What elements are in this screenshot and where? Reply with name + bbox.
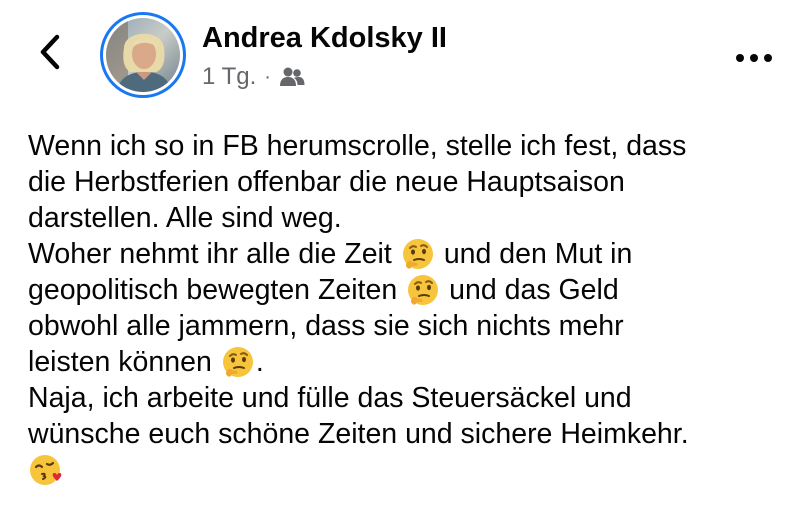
post-meta: 1 Tg. ·	[202, 63, 305, 91]
post-text: Naja, ich arbeite und fülle das Steuersä…	[28, 382, 632, 414]
thinking-face-emoji	[222, 347, 253, 377]
face-blowing-kiss-emoji	[30, 455, 62, 485]
post-body: Wenn ich so in FB herumscrolle, stelle i…	[28, 128, 788, 488]
post-line: leisten können .	[28, 344, 788, 380]
post-text: und den Mut in	[443, 238, 633, 270]
profile-photo	[106, 18, 180, 92]
post-text: Woher nehmt ihr alle die Zeit	[28, 238, 392, 270]
post-text: darstellen. Alle sind weg.	[28, 202, 342, 234]
post-line	[28, 452, 788, 488]
chevron-left-icon	[40, 34, 60, 70]
post-text: und das Geld	[449, 274, 619, 306]
post-text: obwohl alle jammern, dass sie sich nicht…	[28, 310, 624, 342]
post-text: geopolitisch bewegten Zeiten	[28, 274, 398, 306]
post-line: Wenn ich so in FB herumscrolle, stelle i…	[28, 128, 788, 164]
post-text: Wenn ich so in FB herumscrolle, stelle i…	[28, 130, 687, 162]
post-text: die Herbstferien offenbar die neue Haupt…	[28, 166, 625, 198]
post-line: geopolitisch bewegten Zeiten und das Gel…	[28, 272, 788, 308]
thinking-face-emoji	[408, 275, 439, 305]
thinking-face-emoji	[402, 239, 433, 269]
author-name[interactable]: Andrea Kdolsky II	[202, 22, 447, 55]
back-button[interactable]	[30, 32, 70, 72]
post-line: die Herbstferien offenbar die neue Haupt…	[28, 164, 788, 200]
avatar[interactable]	[100, 12, 186, 98]
post-line: Woher nehmt ihr alle die Zeit und den Mu…	[28, 236, 788, 272]
post-line: obwohl alle jammern, dass sie sich nicht…	[28, 308, 788, 344]
more-horizontal-icon	[736, 54, 772, 62]
post-text: wünsche euch schöne Zeiten und sichere H…	[28, 418, 689, 450]
post-text: leisten können	[28, 346, 212, 378]
post-header: Andrea Kdolsky II 1 Tg. ·	[0, 0, 810, 110]
post-line: Naja, ich arbeite und fülle das Steuersä…	[28, 380, 788, 416]
meta-separator: ·	[264, 65, 271, 88]
friends-icon[interactable]	[279, 66, 305, 88]
post-timestamp[interactable]: 1 Tg.	[202, 63, 256, 91]
post-text: .	[255, 346, 264, 378]
post-line: darstellen. Alle sind weg.	[28, 200, 788, 236]
more-options-button[interactable]	[728, 38, 780, 78]
post-line: wünsche euch schöne Zeiten und sichere H…	[28, 416, 788, 452]
